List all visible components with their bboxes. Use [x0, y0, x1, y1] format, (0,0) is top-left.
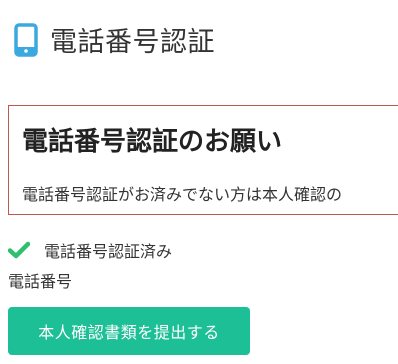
- verified-status-text: 電話番号認証済み: [44, 242, 173, 261]
- page-title: 電話番号認証: [50, 27, 215, 58]
- page: 電話番号認証 電話番号認証のお願い 電話番号認証がお済みでない方は本人確認の 電…: [0, 0, 398, 364]
- verified-status: 電話番号認証済み: [7, 238, 173, 262]
- check-icon: [7, 241, 31, 259]
- notice-title: 電話番号認証のお願い: [22, 127, 283, 157]
- notice-box: 電話番号認証のお願い 電話番号認証がお済みでない方は本人確認の: [8, 105, 398, 215]
- phone-number-label: 電話番号: [8, 272, 73, 291]
- submit-identity-documents-button[interactable]: 本人確認書類を提出する: [8, 307, 250, 355]
- notice-body: 電話番号認証がお済みでない方は本人確認の: [22, 185, 343, 204]
- page-header: 電話番号認証: [14, 20, 215, 59]
- mobile-phone-icon: [14, 22, 38, 57]
